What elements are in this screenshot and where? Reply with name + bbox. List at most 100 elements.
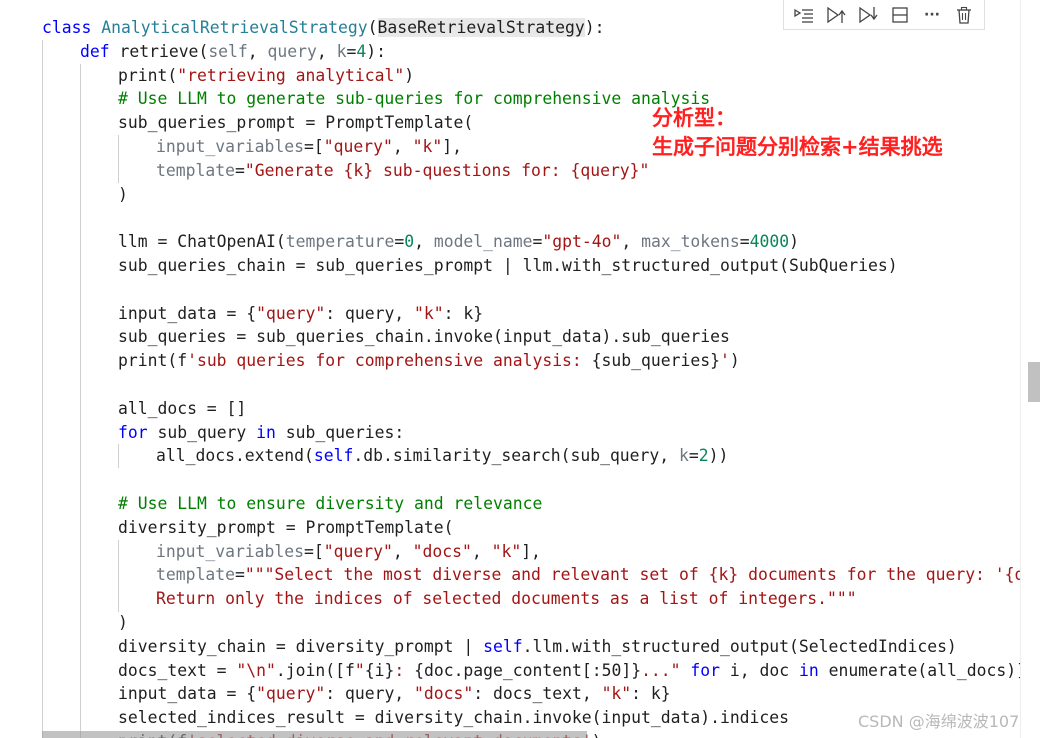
code-token: all_docs = [] — [118, 398, 247, 418]
execute-below-button[interactable] — [856, 3, 880, 27]
code-token: AnalyticalRetrievalStrategy — [101, 18, 368, 37]
code-token: {sub_queries} — [591, 351, 720, 371]
code-line[interactable]: input_data = {"query": query, "docs": do… — [42, 682, 1020, 706]
code-token: , — [247, 41, 268, 61]
code-line[interactable] — [42, 373, 1020, 397]
code-token: ) — [404, 65, 415, 85]
code-token: = — [234, 565, 245, 585]
code-token: .join([f — [275, 660, 355, 680]
code-token: query — [267, 41, 317, 61]
code-token: "k" — [491, 541, 522, 561]
code-token: : k} — [631, 684, 671, 704]
code-line[interactable] — [42, 278, 1020, 302]
code-token: sub_queries_chain = sub_queries_prompt |… — [118, 255, 898, 275]
code-token: "k" — [412, 136, 443, 156]
code-token: = — [532, 232, 543, 252]
code-line[interactable]: # Use LLM to ensure diversity and releva… — [42, 492, 1020, 516]
code-token: 0 — [404, 232, 415, 252]
code-line[interactable]: def retrieve(self, query, k=4): — [42, 40, 1020, 64]
execute-above-icon — [827, 6, 846, 23]
code-line[interactable]: diversity_chain = diversity_prompt | sel… — [42, 635, 1020, 659]
code-token: "query" — [256, 684, 326, 704]
code-line[interactable]: print("retrieving analytical") — [42, 64, 1020, 88]
watermark: CSDN @海绵波波107 — [858, 712, 1020, 731]
code-token: .db.similarity_search(sub_query, — [353, 446, 680, 466]
code-line[interactable]: for sub_query in sub_queries: — [42, 421, 1020, 445]
delete-button[interactable] — [952, 3, 976, 27]
code-token: BaseRetrievalStrategy — [377, 18, 585, 37]
code-token: selected_indices_result = diversity_chai… — [118, 708, 790, 728]
code-line[interactable]: input_variables=["query", "docs", "k"], — [42, 540, 1020, 564]
code-token: Return only the indices of selected docu… — [156, 589, 857, 609]
code-token: diversity_chain = diversity_prompt | — [118, 636, 484, 656]
code-token: , — [414, 232, 434, 252]
split-cell-button[interactable] — [888, 3, 912, 27]
vertical-scrollbar-thumb[interactable] — [1028, 362, 1040, 402]
code-token: ) — [118, 184, 128, 204]
code-token: {i} — [364, 660, 395, 680]
code-token: k — [336, 41, 347, 61]
code-token: : — [394, 660, 415, 680]
code-line[interactable]: ) — [42, 183, 1020, 207]
horizontal-scrollbar-thumb[interactable] — [42, 731, 587, 738]
execute-below-icon — [859, 6, 878, 23]
run-by-line-button[interactable] — [792, 3, 816, 27]
code-token: : query, — [325, 684, 415, 704]
code-line[interactable]: diversity_prompt = PromptTemplate( — [42, 516, 1020, 540]
code-line[interactable]: ) — [42, 611, 1020, 635]
code-token: "Generate {k} sub-questions for: {query}… — [244, 160, 650, 180]
code-token: "k" — [414, 303, 444, 323]
code-line[interactable]: all_docs = [] — [42, 397, 1020, 421]
code-token: ], — [442, 136, 462, 156]
code-token: = — [346, 41, 357, 61]
code-line[interactable]: sub_queries = sub_queries_chain.invoke(i… — [42, 325, 1020, 349]
code-token: = — [394, 232, 405, 252]
code-token: for — [680, 660, 730, 680]
code-token: ) — [118, 612, 128, 632]
code-line[interactable]: sub_queries_chain = sub_queries_prompt |… — [42, 254, 1020, 278]
code-token: # Use LLM to ensure diversity and releva… — [118, 493, 543, 513]
code-token: {doc.page_content[:50]} — [414, 660, 642, 680]
code-token: 4000 — [749, 232, 790, 252]
annotation-line-2: 生成子问题分别检索+结果挑选 — [652, 135, 943, 159]
code-token: , — [316, 41, 337, 61]
code-token: .llm.with_structured_output(SelectedIndi… — [522, 636, 957, 656]
code-token: input_variables — [156, 136, 305, 156]
code-token: : query, — [325, 303, 415, 323]
code-token: max_tokens — [641, 232, 740, 252]
code-token: "\n" — [236, 660, 276, 680]
code-token: ): — [366, 41, 387, 61]
code-line[interactable]: input_data = {"query": query, "k": k} — [42, 302, 1020, 326]
code-token: retrieve — [119, 41, 199, 61]
code-token: all_docs.extend( — [156, 446, 314, 466]
code-token: self — [313, 446, 354, 466]
code-line[interactable]: template="""Select the most diverse and … — [42, 563, 1020, 587]
cell-toolbar: ··· — [783, 0, 985, 30]
code-line[interactable]: docs_text = "\n".join([f"{i}: {doc.page_… — [42, 659, 1020, 683]
red-annotation: 分析型： 生成子问题分别检索+结果挑选 — [652, 104, 943, 162]
code-token: enumerate(all_docs)]) — [828, 660, 1020, 680]
code-token: "k" — [601, 684, 632, 704]
code-line[interactable] — [42, 206, 1020, 230]
code-token: ..." — [641, 660, 681, 680]
annotation-line-1: 分析型： — [652, 106, 736, 130]
code-token: , — [392, 541, 413, 561]
code-line[interactable]: Return only the indices of selected docu… — [42, 587, 1020, 611]
code-token: ) — [592, 732, 602, 738]
code-line[interactable]: all_docs.extend(self.db.similarity_searc… — [42, 444, 1020, 468]
more-button[interactable]: ··· — [920, 3, 944, 27]
code-line[interactable]: print(f'sub queries for comprehensive an… — [42, 349, 1020, 373]
code-token: ' — [719, 351, 730, 371]
code-token: =[ — [304, 136, 324, 156]
code-token: diversity_prompt = PromptTemplate( — [118, 517, 454, 537]
code-token: : docs_text, — [473, 684, 602, 704]
code-token: k — [679, 446, 689, 466]
code-token: model_name — [433, 232, 533, 252]
code-line[interactable] — [42, 468, 1020, 492]
delete-icon — [957, 6, 971, 24]
code-line[interactable]: template="Generate {k} sub-questions for… — [42, 159, 1020, 183]
execute-above-button[interactable] — [824, 3, 848, 27]
code-token: in — [256, 422, 286, 442]
code-line[interactable]: llm = ChatOpenAI(temperature=0, model_na… — [42, 230, 1020, 254]
code-token: ( — [367, 18, 378, 37]
